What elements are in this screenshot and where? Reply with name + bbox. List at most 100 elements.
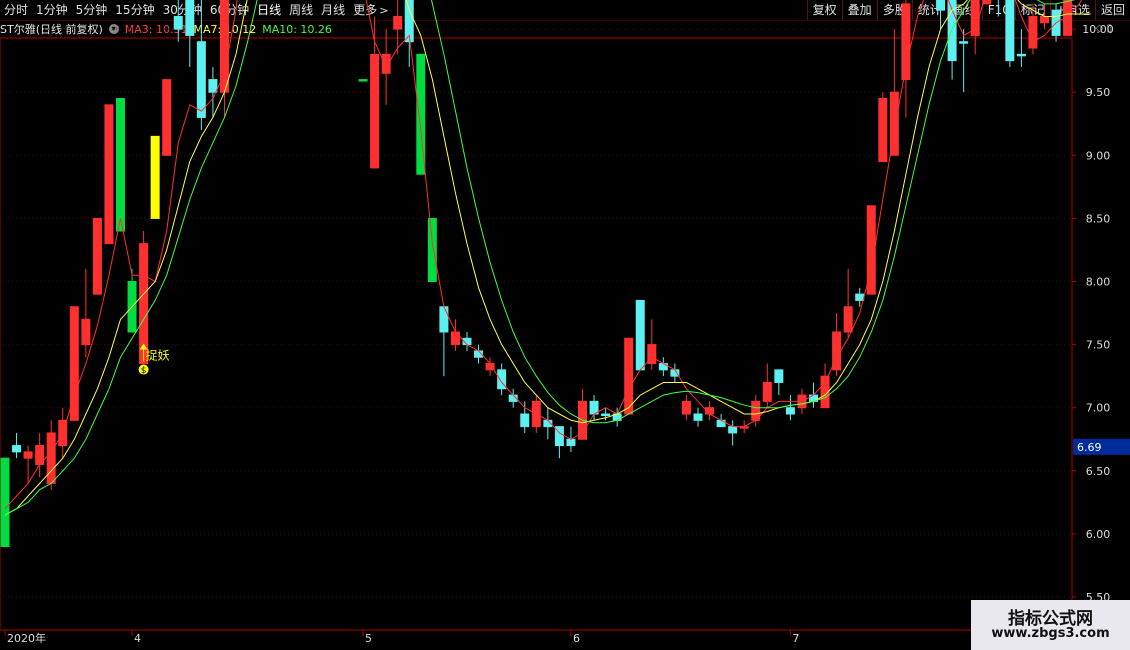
candle-body xyxy=(12,445,22,453)
candle xyxy=(693,407,703,427)
candle-body xyxy=(1040,15,1049,24)
candle-body xyxy=(855,293,865,301)
candle xyxy=(774,369,784,396)
candle xyxy=(647,319,657,370)
candle xyxy=(439,306,449,377)
candle xyxy=(728,420,738,446)
y-tick-label: 9.00 xyxy=(1086,149,1111,162)
candle-body xyxy=(1028,15,1038,49)
x-tick-label: 5 xyxy=(365,632,372,645)
candle-body xyxy=(1016,53,1026,57)
current-price-label: 6.69 xyxy=(1077,441,1102,454)
candle xyxy=(612,407,622,427)
candle xyxy=(393,0,403,55)
candle xyxy=(658,357,668,377)
candle-body xyxy=(959,41,969,44)
y-tick-label: 8.50 xyxy=(1086,212,1111,225)
y-tick-label: 10.00 xyxy=(1082,23,1114,36)
candle xyxy=(150,135,160,219)
candle-body xyxy=(681,400,691,415)
candle xyxy=(23,445,33,484)
candle-body xyxy=(450,331,460,346)
candle-body xyxy=(381,53,391,74)
candle-body xyxy=(196,41,206,118)
kline-chart[interactable]: 14.0013.5013.0012.5012.0011.5011.0010.50… xyxy=(0,0,1130,650)
y-tick-label: 6.50 xyxy=(1086,465,1111,478)
candle-body xyxy=(23,451,33,459)
candle xyxy=(624,337,634,415)
candle-body xyxy=(81,318,91,346)
x-tick-label: 6 xyxy=(573,632,580,645)
signal-label: 捉妖 xyxy=(146,348,170,363)
candle xyxy=(185,0,195,67)
candle xyxy=(832,313,842,377)
candle-body xyxy=(173,15,183,30)
candle-body xyxy=(0,457,10,548)
y-tick-label: 6.00 xyxy=(1086,528,1111,541)
candle-body xyxy=(162,79,172,156)
candle-body xyxy=(150,135,160,219)
candle xyxy=(127,268,137,333)
candle xyxy=(1005,0,1015,67)
y-tick-label: 7.50 xyxy=(1086,339,1111,352)
candle xyxy=(970,0,980,55)
candle-body xyxy=(693,413,703,421)
y-tick-label: 9.50 xyxy=(1086,86,1111,99)
candle-body xyxy=(370,53,380,169)
candle-body xyxy=(624,337,634,415)
candle xyxy=(785,395,795,421)
candle-body xyxy=(1005,0,1015,62)
candle-body xyxy=(358,79,368,82)
candle xyxy=(520,401,530,433)
candle xyxy=(104,104,114,245)
candle xyxy=(116,98,125,232)
candle xyxy=(762,363,772,408)
candle xyxy=(0,457,10,548)
candle-body xyxy=(728,426,738,434)
watermark-url: www.zbgs3.com xyxy=(991,626,1110,641)
candle xyxy=(578,388,587,440)
candle xyxy=(162,79,172,156)
candle xyxy=(589,395,599,421)
candle-body xyxy=(878,98,888,163)
candle xyxy=(878,92,888,163)
y-tick-label: 7.00 xyxy=(1086,402,1111,415)
watermark-logo: 指标公式网 www.zbgs3.com xyxy=(971,600,1130,650)
candle xyxy=(554,426,564,459)
candle xyxy=(959,29,969,93)
plot-frame xyxy=(0,37,1073,631)
candle xyxy=(901,0,911,118)
candle-body xyxy=(843,306,853,333)
x-tick-label: 4 xyxy=(134,632,141,645)
candle xyxy=(427,217,437,282)
candle-body xyxy=(601,413,611,417)
candle-body xyxy=(208,79,218,93)
candle-body xyxy=(785,407,795,415)
candle xyxy=(1016,29,1026,67)
candle xyxy=(997,0,999,17)
candle xyxy=(497,363,507,396)
candle xyxy=(670,363,680,383)
candle-body xyxy=(936,0,946,11)
candle-body xyxy=(774,369,784,383)
y-tick-label: 8.00 xyxy=(1086,276,1111,289)
candle-body xyxy=(393,15,403,30)
candle xyxy=(92,217,102,295)
candle-body xyxy=(185,0,195,36)
candle xyxy=(635,299,645,371)
candle xyxy=(681,395,691,421)
candle-body xyxy=(116,98,125,232)
candle xyxy=(843,268,853,339)
candle xyxy=(947,0,957,80)
candle-body xyxy=(427,217,437,282)
candle-body xyxy=(566,438,576,447)
candle xyxy=(12,432,22,459)
candle xyxy=(81,268,91,358)
candle-body xyxy=(46,432,56,484)
candle-body xyxy=(635,299,645,371)
signal-badge-text: $ xyxy=(141,366,147,376)
candle-body xyxy=(104,104,114,245)
candle xyxy=(173,0,183,42)
x-tick-label: 7 xyxy=(792,632,799,645)
candle-body xyxy=(92,217,102,295)
